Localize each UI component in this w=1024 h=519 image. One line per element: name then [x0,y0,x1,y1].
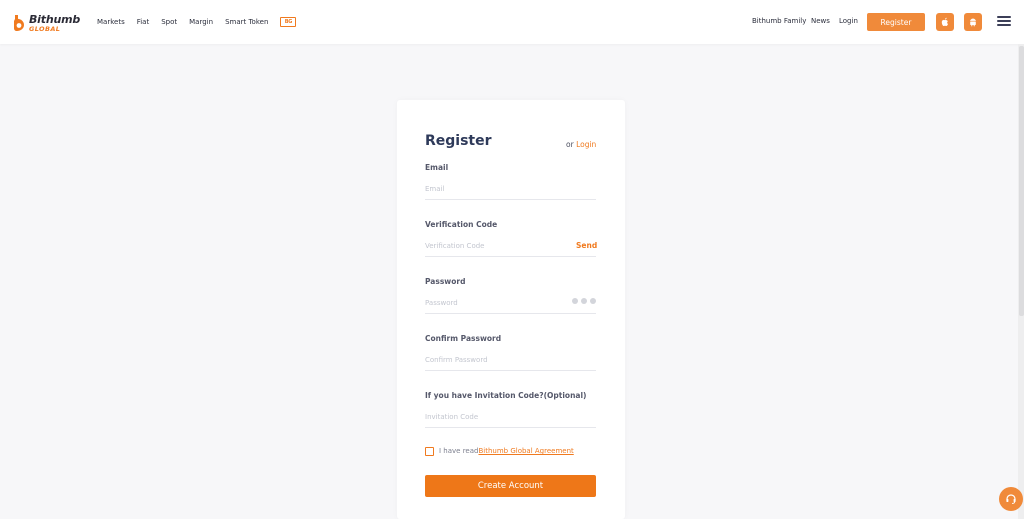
top-navigation-bar: Bithumb GLOBAL Markets Fiat Spot Margin … [0,0,1024,44]
agreement-checkbox[interactable] [425,446,434,456]
send-code-button[interactable]: Send [576,241,597,250]
support-chat-button[interactable] [999,487,1023,511]
login-link[interactable]: Login [576,140,596,149]
nav-margin[interactable]: Margin [189,18,213,26]
bg-badge-icon[interactable]: BG [280,17,297,27]
nav-login[interactable]: Login [839,17,858,25]
email-label: Email [425,163,449,172]
verification-code-label: Verification Code [425,220,498,229]
android-icon [970,18,976,27]
agreement-text: I have read [439,447,479,455]
confirm-password-input[interactable] [425,352,596,368]
agreement-row: I have read Bithumb Global Agreement [425,446,574,456]
nav-smart-token[interactable]: Smart Token [225,18,268,26]
password-label: Password [425,277,466,286]
logo-name: Bithumb [29,12,81,26]
invitation-code-label: If you have Invitation Code?(Optional) [425,391,587,400]
or-login: or Login [566,140,596,149]
bg-badge-label: BG [284,18,293,25]
main-nav: Markets Fiat Spot Margin Smart Token BG [97,0,297,44]
register-button-top[interactable]: Register [867,13,925,31]
register-title: Register [425,133,492,149]
or-label: or [566,140,574,149]
agreement-link[interactable]: Bithumb Global Agreement [478,447,573,455]
nav-spot[interactable]: Spot [161,18,177,26]
hamburger-menu-icon[interactable] [997,14,1011,28]
confirm-password-label: Confirm Password [425,334,502,343]
verification-code-input[interactable] [425,238,565,254]
register-card: Register or Login Email Verification Cod… [397,100,625,519]
nav-bithumb-family[interactable]: Bithumb Family [752,17,806,25]
email-underline [425,199,596,200]
bithumb-global-logo[interactable]: Bithumb GLOBAL [12,12,80,34]
apple-icon [941,17,948,27]
nav-markets[interactable]: Markets [97,18,125,26]
password-input[interactable] [425,295,565,311]
scrollbar-thumb[interactable] [1019,46,1024,316]
invitation-code-input[interactable] [425,409,596,425]
create-account-button[interactable]: Create Account [425,475,596,497]
ios-app-button[interactable] [936,13,954,31]
headset-icon [1006,494,1016,504]
verification-code-underline [425,256,596,257]
confirm-password-underline [425,370,596,371]
bithumb-logo-icon [12,14,26,32]
android-app-button[interactable] [964,13,982,31]
nav-fiat[interactable]: Fiat [137,18,150,26]
invitation-code-underline [425,427,596,428]
password-underline [425,313,596,314]
password-visibility-icon[interactable] [572,298,596,304]
nav-news[interactable]: News [811,17,830,25]
email-input[interactable] [425,181,596,197]
logo-subname: GLOBAL [29,24,61,33]
